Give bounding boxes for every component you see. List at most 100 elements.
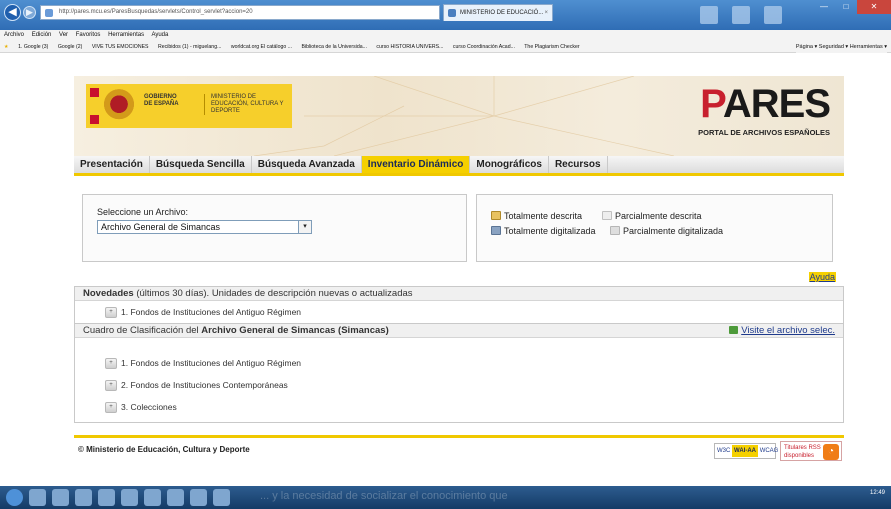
spain-flag-icon (90, 88, 99, 124)
minimize-button[interactable]: — (813, 0, 835, 14)
menu-ver[interactable]: Ver (59, 32, 68, 38)
copyright-text: © Ministerio de Educación, Cultura y Dep… (78, 445, 250, 454)
acrobat-taskbar-icon[interactable] (167, 489, 184, 506)
legend-full-label: Totalmente descrita (504, 211, 583, 221)
explorer-taskbar-icon[interactable] (52, 489, 69, 506)
menu-bar: Archivo Edición Ver Favoritos Herramient… (0, 30, 891, 41)
app-taskbar-icon[interactable] (213, 489, 230, 506)
archive-select[interactable]: Archivo General de Simancas ▾ (97, 220, 312, 234)
page-viewport: GOBIERNO DE ESPAÑA MINISTERIO DE EDUCACI… (0, 54, 891, 486)
list-item-label: 3. Colecciones (121, 402, 177, 412)
page-favicon-icon (45, 9, 53, 17)
expand-icon[interactable]: + (105, 402, 117, 413)
start-button-icon[interactable] (6, 489, 23, 506)
favorite-link[interactable]: curso Coordinación Acad... (453, 44, 515, 50)
favorites-star-icon[interactable]: ★ (4, 44, 9, 50)
list-item-label: 2. Fondos de Instituciones Contemporánea… (121, 380, 288, 390)
tab-title: MINISTERIO DE EDUCACIÓ... (460, 10, 544, 16)
close-window-button[interactable]: ✕ (857, 0, 891, 14)
taskbar: ... y la necesidad de socializar el cono… (0, 486, 891, 509)
cuadro-header: Cuadro de Clasificación del Archivo Gene… (75, 324, 843, 338)
list-item-label: 1. Fondos de Instituciones del Antiguo R… (121, 358, 302, 368)
government-logo: GOBIERNO DE ESPAÑA MINISTERIO DE EDUCACI… (86, 84, 292, 128)
pares-wordmark: PARES (700, 82, 831, 126)
menu-archivo[interactable]: Archivo (4, 32, 24, 38)
tab-recursos[interactable]: Recursos (548, 156, 608, 173)
favorite-link[interactable]: Recibidos (1) - miguelang... (158, 44, 221, 50)
command-bar[interactable]: Página ▾ Seguridad ▾ Herramientas ▾ (795, 41, 887, 53)
system-tray[interactable]: 12:49 (870, 490, 885, 497)
novedades-header: Novedades (últimos 30 días). Unidades de… (75, 287, 843, 301)
maximize-button[interactable]: □ (835, 0, 857, 14)
desktop-background (700, 6, 782, 24)
clock: 12:49 (869, 490, 885, 496)
rss-icon: ◔ (823, 444, 839, 460)
main-nav: Presentación Búsqueda Sencilla Búsqueda … (74, 156, 844, 176)
favorite-link[interactable]: Google (2) (58, 44, 83, 50)
expand-icon[interactable]: + (105, 380, 117, 391)
tab-busqueda-avanzada[interactable]: Búsqueda Avanzada (251, 156, 362, 173)
novedades-box: Novedades (últimos 30 días). Unidades de… (74, 286, 844, 324)
favorite-link[interactable]: worldcat.org El catálogo ... (231, 44, 292, 50)
site-footer: © Ministerio de Educación, Cultura y Dep… (74, 435, 844, 467)
list-item[interactable]: +1. Fondos de Instituciones del Antiguo … (75, 352, 843, 374)
chrome-taskbar-icon[interactable] (121, 489, 138, 506)
rss-badge[interactable]: Titulares RSS disponibles ◔ (780, 441, 842, 461)
list-item[interactable]: +3. Colecciones (75, 396, 843, 418)
address-bar[interactable]: http://pares.mcu.es/ParesBusquedas/servl… (40, 5, 440, 20)
list-item[interactable]: +2. Fondos de Instituciones Contemporáne… (75, 374, 843, 396)
list-item[interactable]: +1. Fondos de Instituciones del Antiguo … (75, 301, 843, 323)
pares-logo[interactable]: PARES PORTAL DE ARCHIVOS ESPAÑOLES (676, 82, 836, 142)
site-banner: GOBIERNO DE ESPAÑA MINISTERIO DE EDUCACI… (74, 76, 844, 156)
tab-monograficos[interactable]: Monográficos (470, 156, 549, 173)
favorite-link[interactable]: Biblioteca de la Universida... (301, 44, 366, 50)
favorite-link[interactable]: The Plagiarism Checker (524, 44, 579, 50)
cuadro-box: Cuadro de Clasificación del Archivo Gene… (74, 324, 844, 423)
fully-digitized-icon (491, 226, 501, 235)
help-link[interactable]: Ayuda (808, 272, 836, 282)
browser-tab[interactable]: MINISTERIO DE EDUCACIÓ... × (443, 4, 553, 21)
tab-inventario-dinamico[interactable]: Inventario Dinámico (361, 156, 471, 173)
list-item-label: 1. Fondos de Instituciones del Antiguo R… (121, 307, 302, 317)
tab-presentacion[interactable]: Presentación (74, 156, 150, 173)
folder-taskbar-icon[interactable] (190, 489, 207, 506)
top-panels: Seleccione un Archivo: Archivo General d… (74, 176, 844, 268)
legend-partial-label: Parcialmente descrita (615, 211, 702, 221)
favorite-link[interactable]: curso HISTORIA UNIVERS... (376, 44, 443, 50)
media-taskbar-icon[interactable] (75, 489, 92, 506)
expand-icon[interactable]: + (105, 307, 117, 318)
archive-selector-panel: Seleccione un Archivo: Archivo General d… (82, 194, 467, 262)
legend-panel: Totalmente descrita Parcialmente descrit… (476, 194, 833, 262)
menu-edicion[interactable]: Edición (32, 32, 52, 38)
outlook-taskbar-icon[interactable] (98, 489, 115, 506)
taskbar-icons (6, 489, 230, 506)
tab-close-icon[interactable]: × (544, 5, 548, 21)
ie-taskbar-icon[interactable] (29, 489, 46, 506)
legend-partial-digital-row: Parcialmente digitalizada (610, 226, 723, 236)
pares-subtitle: PORTAL DE ARCHIVOS ESPAÑOLES (698, 128, 830, 137)
favorite-link[interactable]: VIVE TUS EMOCIONES (92, 44, 149, 50)
archive-select-value: Archivo General de Simancas (101, 222, 221, 232)
tab-favicon-icon (448, 9, 456, 17)
firefox-taskbar-icon[interactable] (144, 489, 161, 506)
legend-digital-label: Totalmente digitalizada (504, 226, 596, 236)
menu-favoritos[interactable]: Favoritos (76, 32, 101, 38)
visit-archive-link[interactable]: Visite el archivo selec. (729, 324, 835, 338)
back-icon[interactable]: ◀ (4, 4, 21, 21)
menu-ayuda[interactable]: Ayuda (151, 32, 168, 38)
legend-partial-digital-label: Parcialmente digitalizada (623, 226, 724, 236)
tab-busqueda-sencilla[interactable]: Búsqueda Sencilla (149, 156, 252, 173)
menu-herramientas[interactable]: Herramientas (108, 32, 144, 38)
forward-icon[interactable]: ▶ (23, 6, 36, 19)
chevron-down-icon[interactable]: ▾ (298, 221, 311, 233)
nav-filler (607, 156, 844, 173)
archive-visit-icon (729, 326, 739, 334)
favorites-bar: ★ 1. Google (3) Google (2) VIVE TUS EMOC… (0, 41, 891, 53)
coat-of-arms-icon (104, 88, 134, 124)
wai-aa-badge[interactable]: W3C WAI-AA WCAG 1.0 (714, 443, 788, 459)
expand-icon[interactable]: + (105, 358, 117, 369)
partially-digitized-icon (610, 226, 620, 235)
site-container: GOBIERNO DE ESPAÑA MINISTERIO DE EDUCACI… (74, 76, 844, 467)
legend-full-row: Totalmente descrita (491, 211, 582, 221)
favorite-link[interactable]: 1. Google (3) (18, 44, 48, 50)
